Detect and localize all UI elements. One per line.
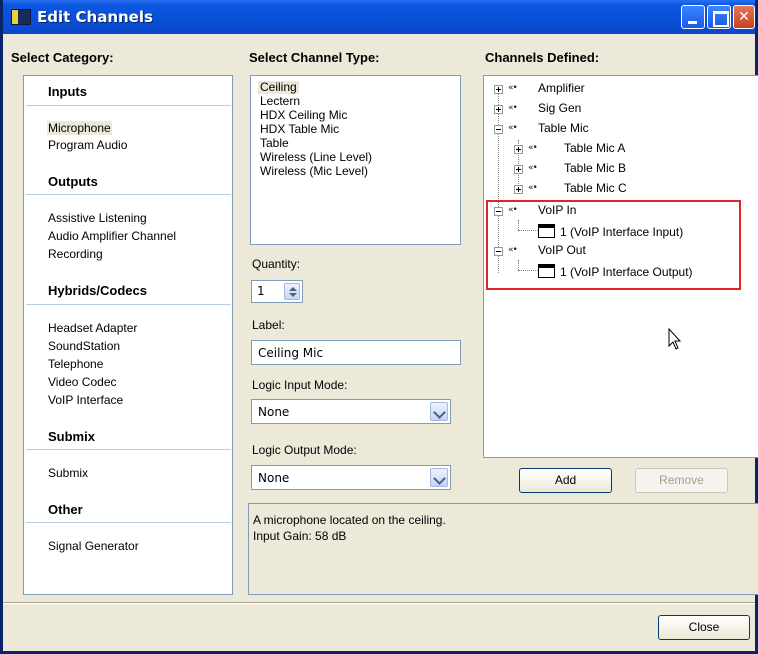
logic-output-mode-value: None: [258, 471, 290, 485]
mouse-cursor-icon: [668, 328, 682, 350]
category-item-submix[interactable]: Submix: [48, 466, 88, 480]
description-line-2: Input Gain: 58 dB: [253, 529, 347, 543]
logic-output-mode-label: Logic Output Mode:: [252, 443, 357, 457]
category-item-audio-amplifier-channel[interactable]: Audio Amplifier Channel: [48, 229, 176, 243]
tree-node-table-mic[interactable]: Table Mic: [538, 121, 589, 135]
category-heading-hybrids: Hybrids/Codecs: [48, 283, 147, 298]
edit-channels-window: Edit Channels ✕ Select Category: Select …: [0, 0, 758, 654]
description-box: A microphone located on the ceiling. Inp…: [248, 503, 758, 595]
channel-type-wireless-line[interactable]: Wireless (Line Level): [260, 151, 372, 164]
category-item-signal-generator[interactable]: Signal Generator: [48, 539, 139, 553]
channel-type-lectern[interactable]: Lectern: [260, 95, 300, 108]
collapse-icon[interactable]: [494, 125, 503, 134]
expand-icon[interactable]: [494, 85, 503, 94]
quantity-label: Quantity:: [252, 257, 301, 271]
expand-icon[interactable]: [514, 145, 523, 154]
category-item-assistive-listening[interactable]: Assistive Listening: [48, 211, 147, 225]
channels-defined-header: Channels Defined:: [485, 50, 600, 65]
logic-output-mode-select[interactable]: None: [251, 465, 451, 490]
category-item-microphone[interactable]: Microphone: [47, 121, 112, 135]
logic-input-mode-value: None: [258, 405, 290, 419]
app-icon: [11, 9, 31, 25]
channel-type-hdx-table-mic[interactable]: HDX Table Mic: [260, 123, 339, 136]
category-heading-outputs: Outputs: [48, 174, 98, 189]
speaker-icon: «•: [528, 183, 538, 193]
tree-node-table-mic-a[interactable]: Table Mic A: [564, 141, 625, 155]
close-button[interactable]: Close: [658, 615, 750, 640]
quantity-value: 1: [257, 284, 265, 298]
logic-input-mode-select[interactable]: None: [251, 399, 451, 424]
select-category-header: Select Category:: [11, 50, 114, 65]
category-item-headset-adapter[interactable]: Headset Adapter: [48, 321, 137, 335]
close-icon: ✕: [738, 9, 750, 25]
title-bar[interactable]: Edit Channels ✕: [3, 0, 755, 34]
speaker-icon: «•: [508, 83, 518, 93]
close-window-button[interactable]: ✕: [733, 5, 755, 29]
category-item-program-audio[interactable]: Program Audio: [48, 138, 127, 152]
expand-icon[interactable]: [494, 105, 503, 114]
quantity-stepper[interactable]: 1: [251, 280, 303, 303]
expand-icon[interactable]: [514, 185, 523, 194]
highlight-box: [486, 200, 741, 290]
channel-type-list[interactable]: Ceiling Lectern HDX Ceiling Mic HDX Tabl…: [250, 75, 461, 245]
channel-type-ceiling[interactable]: Ceiling: [258, 81, 299, 94]
speaker-icon: «•: [528, 163, 538, 173]
category-heading-other: Other: [48, 502, 83, 517]
window-title: Edit Channels: [37, 8, 153, 26]
category-heading-submix: Submix: [48, 429, 95, 444]
tree-node-table-mic-b[interactable]: Table Mic B: [564, 161, 626, 175]
description-line-1: A microphone located on the ceiling.: [253, 513, 446, 527]
add-button[interactable]: Add: [519, 468, 612, 493]
category-item-video-codec[interactable]: Video Codec: [48, 375, 117, 389]
expand-icon[interactable]: [514, 165, 523, 174]
logic-input-mode-label: Logic Input Mode:: [252, 378, 348, 392]
select-channel-type-header: Select Channel Type:: [249, 50, 380, 65]
label-field-label: Label:: [252, 318, 285, 332]
remove-button[interactable]: Remove: [635, 468, 728, 493]
minimize-button[interactable]: [681, 5, 705, 29]
tree-node-amplifier[interactable]: Amplifier: [538, 81, 585, 95]
category-list[interactable]: Inputs Microphone Program Audio Outputs …: [23, 75, 233, 595]
category-item-recording[interactable]: Recording: [48, 247, 103, 261]
category-divider: [26, 105, 231, 106]
chevron-down-icon[interactable]: [430, 468, 448, 487]
speaker-icon: «•: [528, 143, 538, 153]
category-item-voip-interface[interactable]: VoIP Interface: [48, 393, 123, 407]
speaker-icon: «•: [508, 103, 518, 113]
category-item-telephone[interactable]: Telephone: [48, 357, 103, 371]
chevron-down-icon[interactable]: [430, 402, 448, 421]
maximize-button[interactable]: [707, 5, 731, 29]
tree-node-table-mic-c[interactable]: Table Mic C: [564, 181, 627, 195]
tree-node-sig-gen[interactable]: Sig Gen: [538, 101, 581, 115]
category-item-soundstation[interactable]: SoundStation: [48, 339, 120, 353]
category-divider: [26, 194, 231, 195]
speaker-icon: «•: [508, 123, 518, 133]
channel-type-hdx-ceiling-mic[interactable]: HDX Ceiling Mic: [260, 109, 347, 122]
channel-type-table[interactable]: Table: [260, 137, 289, 150]
category-heading-inputs: Inputs: [48, 84, 87, 99]
category-divider: [26, 522, 231, 523]
label-input[interactable]: Ceiling Mic: [251, 340, 461, 365]
spinner-arrows-icon[interactable]: [284, 283, 300, 300]
category-divider: [26, 449, 231, 450]
label-input-value: Ceiling Mic: [258, 346, 324, 360]
category-divider: [26, 304, 231, 305]
channel-type-wireless-mic[interactable]: Wireless (Mic Level): [260, 165, 368, 178]
